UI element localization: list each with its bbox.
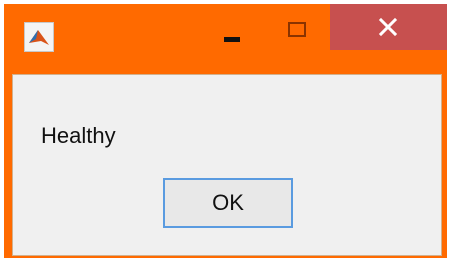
minimize-button[interactable]	[212, 12, 256, 52]
minimize-icon	[224, 37, 240, 42]
message-text: Healthy	[41, 123, 116, 148]
maximize-button[interactable]	[276, 12, 320, 52]
matlab-icon	[24, 22, 54, 52]
maximize-icon	[288, 22, 306, 37]
close-button[interactable]	[330, 4, 447, 50]
dialog-window: Healthy OK	[4, 4, 447, 258]
title-bar[interactable]	[4, 4, 447, 60]
dialog-content: Healthy OK	[12, 74, 442, 256]
ok-button[interactable]: OK	[163, 178, 293, 228]
close-icon	[378, 17, 398, 37]
